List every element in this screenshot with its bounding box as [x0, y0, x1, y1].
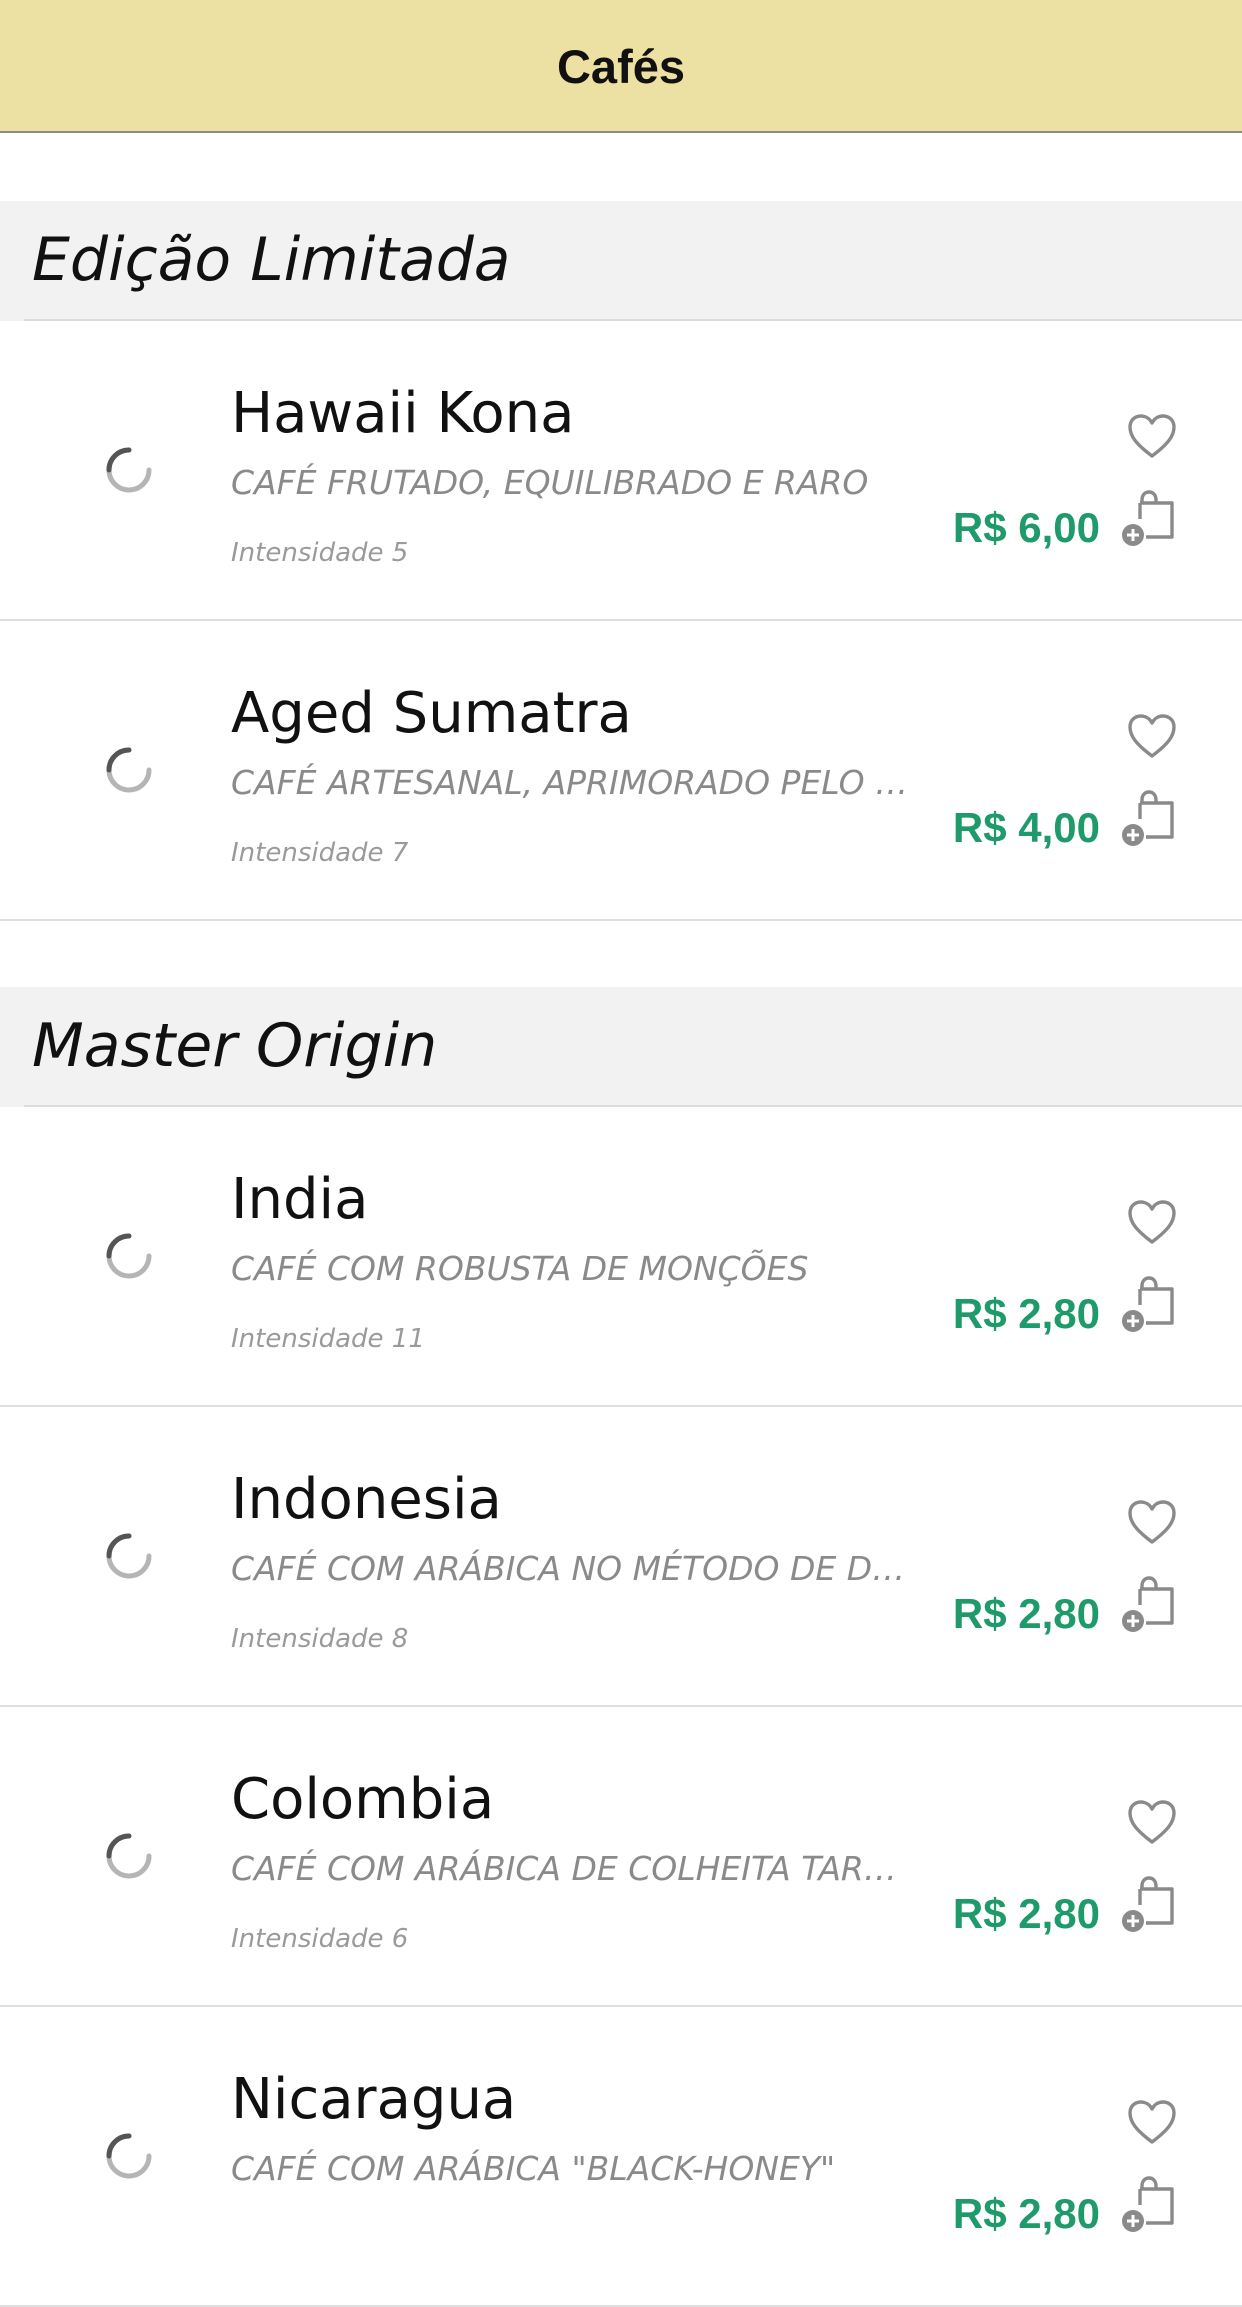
product-name: Colombia	[231, 1767, 495, 1832]
list-item[interactable]: India CAFÉ COM ROBUSTA DE MONÇÕES Intens…	[0, 1107, 1242, 1407]
heart-outline-icon[interactable]	[1126, 711, 1178, 763]
product-description: CAFÉ FRUTADO, EQUILIBRADO E RARO	[231, 463, 869, 502]
product-price: R$ 4,00	[952, 804, 1100, 851]
nav-bar: Cafés	[0, 0, 1242, 133]
list-item[interactable]: Nicaragua CAFÉ COM ARÁBICA "BLACK-HONEY"…	[0, 2007, 1242, 2307]
list-item[interactable]: Indonesia CAFÉ COM ARÁBICA NO MÉTODO DE …	[0, 1407, 1242, 1707]
product-price: R$ 2,80	[952, 1590, 1100, 1637]
product-price: R$ 6,00	[952, 504, 1100, 551]
shopping-bag-add-icon[interactable]	[1120, 1275, 1180, 1337]
heart-outline-icon[interactable]	[1126, 2097, 1178, 2149]
product-intensity: Intensidade 8	[231, 1624, 409, 1654]
product-description: CAFÉ COM ARÁBICA DE COLHEITA TARDIA	[231, 1849, 911, 1888]
shopping-bag-add-icon[interactable]	[1120, 789, 1180, 851]
shopping-bag-add-icon[interactable]	[1120, 2175, 1180, 2237]
section-title: Master Origin	[32, 1011, 438, 1081]
product-price: R$ 2,80	[952, 1290, 1100, 1337]
product-name: Indonesia	[231, 1467, 502, 1532]
list-item[interactable]: Hawaii Kona CAFÉ FRUTADO, EQUILIBRADO E …	[0, 321, 1242, 621]
spinner-icon	[106, 1533, 152, 1579]
product-price: R$ 2,80	[952, 2190, 1100, 2237]
product-price: R$ 2,80	[952, 1890, 1100, 1937]
product-intensity: Intensidade 7	[231, 838, 409, 868]
spinner-icon	[106, 2133, 152, 2179]
product-intensity: Intensidade 6	[231, 1924, 409, 1954]
product-name: Aged Sumatra	[231, 681, 632, 746]
product-name: Hawaii Kona	[231, 381, 575, 446]
section-title: Edição Limitada	[32, 225, 511, 295]
product-intensity: Intensidade 11	[231, 1324, 425, 1354]
product-description: CAFÉ ARTESANAL, APRIMORADO PELO TEMPO	[231, 763, 911, 802]
spinner-icon	[106, 1233, 152, 1279]
shopping-bag-add-icon[interactable]	[1120, 489, 1180, 551]
heart-outline-icon[interactable]	[1126, 411, 1178, 463]
product-description: CAFÉ COM ROBUSTA DE MONÇÕES	[231, 1249, 809, 1288]
list-item[interactable]: Aged Sumatra CAFÉ ARTESANAL, APRIMORADO …	[0, 621, 1242, 921]
product-name: India	[231, 1167, 369, 1232]
shopping-bag-add-icon[interactable]	[1120, 1575, 1180, 1637]
heart-outline-icon[interactable]	[1126, 1797, 1178, 1849]
heart-outline-icon[interactable]	[1126, 1197, 1178, 1249]
product-description: CAFÉ COM ARÁBICA "BLACK-HONEY"	[231, 2149, 836, 2188]
shopping-bag-add-icon[interactable]	[1120, 1875, 1180, 1937]
heart-outline-icon[interactable]	[1126, 1497, 1178, 1549]
spinner-icon	[106, 447, 152, 493]
product-name: Nicaragua	[231, 2067, 517, 2132]
page-title: Cafés	[556, 40, 685, 93]
product-description: CAFÉ COM ARÁBICA NO MÉTODO DE DESCASQUE …	[231, 1549, 911, 1588]
section-header-edicao-limitada: Edição Limitada	[0, 201, 1242, 321]
product-intensity: Intensidade 5	[231, 538, 409, 568]
spinner-icon	[106, 1833, 152, 1879]
list-item[interactable]: Colombia CAFÉ COM ARÁBICA DE COLHEITA TA…	[0, 1707, 1242, 2007]
spinner-icon	[106, 747, 152, 793]
section-header-master-origin: Master Origin	[0, 987, 1242, 1107]
